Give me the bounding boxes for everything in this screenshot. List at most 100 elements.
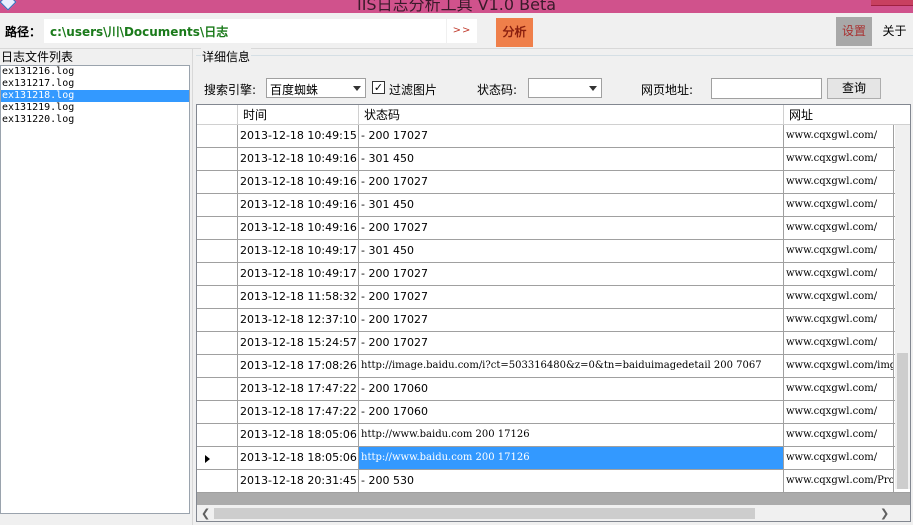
cell-url[interactable]: www.cqxgwl.com/	[784, 240, 894, 262]
cell-status[interactable]: - 200 17060	[359, 378, 784, 400]
cell-time[interactable]: 2013-12-18 10:49:16	[238, 171, 359, 193]
row-header[interactable]	[197, 470, 238, 492]
column-header-status[interactable]: 状态码	[359, 105, 784, 125]
row-header[interactable]	[197, 286, 238, 308]
cell-time[interactable]: 2013-12-18 20:31:45	[238, 470, 359, 492]
table-row[interactable]: 2013-12-18 18:05:06 http://www.baidu.com …	[197, 447, 910, 470]
cell-time[interactable]: 2013-12-18 10:49:16	[238, 148, 359, 170]
cell-status[interactable]: - 200 17027	[359, 286, 784, 308]
vertical-scrollbar[interactable]	[895, 125, 910, 489]
cell-status[interactable]: http://image.baidu.com/i?ct=503316480&z=…	[359, 355, 784, 377]
table-row[interactable]: 2013-12-18 12:37:10- 200 17027 www.cqxgwl…	[197, 309, 910, 332]
table-row[interactable]: 2013-12-18 10:49:16- 301 450 www.cqxgwl.c…	[197, 148, 910, 171]
cell-time[interactable]: 2013-12-18 17:47:22	[238, 401, 359, 423]
analyze-button[interactable]: 分析	[496, 18, 533, 47]
table-row[interactable]: 2013-12-18 10:49:15- 200 17027 www.cqxgwl…	[197, 125, 910, 148]
table-row[interactable]: 2013-12-18 10:49:17- 301 450 www.cqxgwl.c…	[197, 240, 910, 263]
url-input[interactable]	[711, 78, 822, 99]
file-list-item[interactable]: ex131220.log	[1, 114, 189, 126]
about-button[interactable]: 关于	[878, 17, 911, 46]
column-header-time[interactable]: 时间	[238, 105, 359, 125]
engine-select[interactable]: 百度蜘蛛	[266, 78, 366, 98]
row-header[interactable]	[197, 125, 238, 147]
cell-status[interactable]: - 301 450	[359, 148, 784, 170]
cell-time[interactable]: 2013-12-18 10:49:16	[238, 194, 359, 216]
file-list[interactable]: ex131216.log ex131217.log ex131218.log ex13…	[0, 65, 190, 514]
log-grid[interactable]: 时间 状态码 网址 2013-12-18 10:49:15- 200 17027…	[196, 104, 911, 522]
cell-time[interactable]: 2013-12-18 11:58:32	[238, 286, 359, 308]
row-header[interactable]	[197, 194, 238, 216]
cell-url[interactable]: www.cqxgwl.com/	[784, 263, 894, 285]
row-header[interactable]	[197, 148, 238, 170]
file-list-item[interactable]: ex131216.log	[1, 66, 189, 78]
cell-time[interactable]: 2013-12-18 10:49:17	[238, 240, 359, 262]
query-button[interactable]: 查询	[827, 78, 881, 99]
cell-url[interactable]: www.cqxgwl.com/	[784, 148, 894, 170]
table-row[interactable]: 2013-12-18 17:08:26 http://image.baidu.co…	[197, 355, 910, 378]
scroll-right-icon[interactable]: ❯	[880, 507, 889, 520]
row-header[interactable]	[197, 447, 238, 469]
cell-time[interactable]: 2013-12-18 15:24:57	[238, 332, 359, 354]
cell-status[interactable]: - 200 17027	[359, 332, 784, 354]
cell-url[interactable]: www.cqxgwl.com/	[784, 332, 894, 354]
cell-time[interactable]: 2013-12-18 10:49:17	[238, 263, 359, 285]
row-header[interactable]	[197, 240, 238, 262]
file-list-item[interactable]: ex131219.log	[1, 102, 189, 114]
cell-status[interactable]: - 200 17060	[359, 401, 784, 423]
cell-url[interactable]: www.cqxgwl.com/	[784, 194, 894, 216]
cell-status[interactable]: - 301 450	[359, 240, 784, 262]
cell-status[interactable]: http://www.baidu.com 200 17126	[359, 424, 784, 446]
horizontal-scrollbar[interactable]: ❮ ❯	[197, 505, 910, 521]
table-row[interactable]: 2013-12-18 10:49:16- 200 17027 www.cqxgwl…	[197, 217, 910, 240]
cell-time[interactable]: 2013-12-18 10:49:15	[238, 125, 359, 147]
cell-url[interactable]: www.cqxgwl.com/	[784, 125, 894, 147]
close-button[interactable]	[871, 0, 913, 6]
row-header[interactable]	[197, 332, 238, 354]
cell-status[interactable]: - 200 17027	[359, 309, 784, 331]
cell-url[interactable]: www.cqxgwl.com/	[784, 309, 894, 331]
file-list-item[interactable]: ex131217.log	[1, 78, 189, 90]
panel-splitter[interactable]	[192, 49, 193, 525]
cell-status[interactable]: - 200 17027	[359, 125, 784, 147]
row-header[interactable]	[197, 309, 238, 331]
vertical-scroll-thumb[interactable]	[897, 353, 908, 489]
cell-status[interactable]: - 200 17027	[359, 263, 784, 285]
cell-url[interactable]: www.cqxgwl.com/	[784, 424, 894, 446]
cell-time[interactable]: 2013-12-18 18:05:06	[238, 447, 359, 469]
cell-status[interactable]: - 301 450	[359, 194, 784, 216]
browse-button[interactable]: >>	[447, 19, 477, 43]
cell-status[interactable]: - 200 530	[359, 470, 784, 492]
cell-url[interactable]: www.cqxgwl.com/	[784, 171, 894, 193]
cell-time[interactable]: 2013-12-18 18:05:06	[238, 424, 359, 446]
settings-button[interactable]: 设置	[836, 17, 872, 46]
table-row[interactable]: 2013-12-18 10:49:16- 301 450 www.cqxgwl.c…	[197, 194, 910, 217]
table-row[interactable]: 2013-12-18 10:49:16- 200 17027 www.cqxgwl…	[197, 171, 910, 194]
table-row[interactable]: 2013-12-18 10:49:17- 200 17027 www.cqxgwl…	[197, 263, 910, 286]
cell-status[interactable]: - 200 17027	[359, 171, 784, 193]
column-header-url[interactable]: 网址	[784, 105, 895, 125]
path-input[interactable]	[44, 19, 446, 43]
cell-url[interactable]: www.cqxgwl.com/	[784, 401, 894, 423]
row-header[interactable]	[197, 424, 238, 446]
status-select[interactable]	[528, 78, 602, 98]
row-header[interactable]	[197, 401, 238, 423]
row-header[interactable]	[197, 171, 238, 193]
cell-time[interactable]: 2013-12-18 17:47:22	[238, 378, 359, 400]
cell-url[interactable]: www.cqxgwl.com/	[784, 378, 894, 400]
cell-url[interactable]: www.cqxgwl.com/	[784, 217, 894, 239]
cell-url[interactable]: www.cqxgwl.com/Pro	[784, 470, 894, 492]
cell-status[interactable]: - 200 17027	[359, 217, 784, 239]
cell-time[interactable]: 2013-12-18 12:37:10	[238, 309, 359, 331]
table-row[interactable]: 2013-12-18 15:24:57- 200 17027 www.cqxgwl…	[197, 332, 910, 355]
row-header[interactable]	[197, 217, 238, 239]
table-row[interactable]: 2013-12-18 18:05:06 http://www.baidu.com …	[197, 424, 910, 447]
cell-time[interactable]: 2013-12-18 17:08:26	[238, 355, 359, 377]
table-row[interactable]: 2013-12-18 17:47:22- 200 17060 www.cqxgwl…	[197, 401, 910, 424]
cell-url[interactable]: www.cqxgwl.com/	[784, 286, 894, 308]
table-row[interactable]: 2013-12-18 17:47:22- 200 17060 www.cqxgwl…	[197, 378, 910, 401]
cell-time[interactable]: 2013-12-18 10:49:16	[238, 217, 359, 239]
table-row[interactable]: 2013-12-18 20:31:45- 200 530 www.cqxgwl.c…	[197, 470, 910, 493]
row-header[interactable]	[197, 378, 238, 400]
horizontal-scroll-thumb[interactable]	[214, 508, 755, 519]
cell-url[interactable]: www.cqxgwl.com/	[784, 447, 894, 469]
